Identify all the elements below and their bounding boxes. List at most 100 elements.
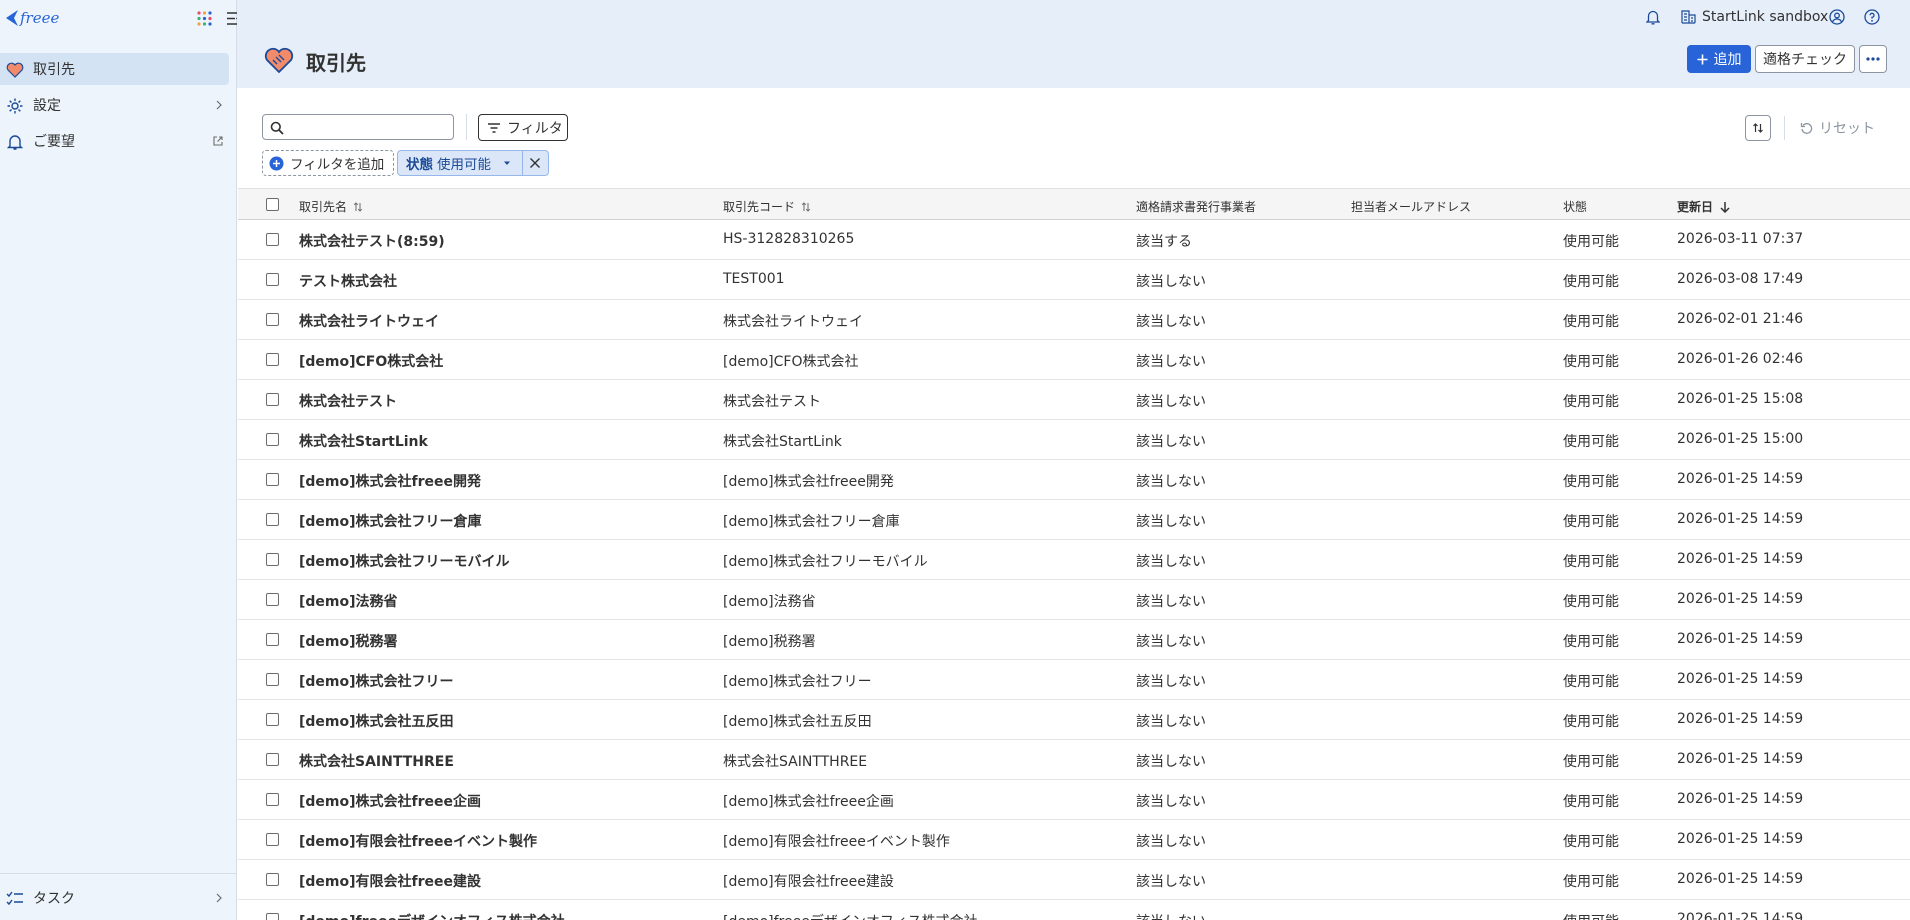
updated-at: 2026-01-25 14:59 (1677, 831, 1804, 847)
row-checkbox[interactable] (266, 873, 279, 886)
filter-button[interactable]: フィルタ (478, 114, 568, 141)
table-row[interactable]: [demo]有限会社freeeイベント製作 [demo]有限会社freeeイベン… (238, 820, 1910, 860)
status: 使用可能 (1563, 874, 1619, 890)
partner-name[interactable]: 株式会社SAINTTHREE (299, 751, 454, 771)
status-filter-chip[interactable]: 状態 使用可能 (397, 150, 549, 176)
table-row[interactable]: [demo]税務署 [demo]税務署 該当しない 使用可能 2026-01-2… (238, 620, 1910, 660)
table-row[interactable]: [demo]有限会社freee建設 [demo]有限会社freee建設 該当しな… (238, 860, 1910, 900)
partner-code: 株式会社ライトウェイ (723, 314, 863, 330)
table-row[interactable]: [demo]freeeデザインオフィス株式会社 [demo]freeeデザインオ… (238, 900, 1910, 920)
partner-name[interactable]: 株式会社テスト (299, 391, 397, 411)
notification-bell-icon[interactable] (1646, 9, 1660, 25)
column-header-status: 状態 (1563, 198, 1587, 215)
partner-name[interactable]: [demo]株式会社フリー (299, 671, 454, 691)
table-row[interactable]: 株式会社StartLink 株式会社StartLink 該当しない 使用可能 2… (238, 420, 1910, 460)
row-checkbox[interactable] (266, 313, 279, 326)
row-checkbox[interactable] (266, 633, 279, 646)
row-checkbox[interactable] (266, 593, 279, 606)
partner-name[interactable]: 株式会社テスト(8:59) (299, 231, 445, 251)
row-checkbox[interactable] (266, 513, 279, 526)
search-input[interactable] (291, 117, 449, 137)
row-checkbox[interactable] (266, 793, 279, 806)
table-row[interactable]: 株式会社テスト 株式会社テスト 該当しない 使用可能 2026-01-25 15… (238, 380, 1910, 420)
partner-name[interactable]: [demo]株式会社五反田 (299, 711, 454, 731)
row-checkbox[interactable] (266, 713, 279, 726)
updated-at: 2026-01-25 14:59 (1677, 751, 1804, 767)
status: 使用可能 (1563, 634, 1619, 650)
row-checkbox[interactable] (266, 673, 279, 686)
partner-name[interactable]: [demo]株式会社フリーモバイル (299, 551, 510, 571)
status: 使用可能 (1563, 434, 1619, 450)
partner-name[interactable]: [demo]株式会社freee開発 (299, 471, 481, 491)
row-checkbox[interactable] (266, 233, 279, 246)
table-row[interactable]: [demo]株式会社フリー倉庫 [demo]株式会社フリー倉庫 該当しない 使用… (238, 500, 1910, 540)
partner-name[interactable]: [demo]有限会社freee建設 (299, 871, 481, 891)
close-icon[interactable] (529, 157, 541, 169)
page-title: 取引先 (306, 51, 366, 75)
sidebar-item-requests[interactable]: ご要望 (0, 125, 229, 157)
row-checkbox[interactable] (266, 353, 279, 366)
table-row[interactable]: [demo]株式会社freee企画 [demo]株式会社freee企画 該当しな… (238, 780, 1910, 820)
sidebar-top: freee (0, 0, 241, 37)
gear-icon (7, 98, 23, 114)
partner-name[interactable]: [demo]有限会社freeeイベント製作 (299, 831, 537, 851)
select-all-checkbox[interactable] (266, 198, 279, 211)
table-row[interactable]: [demo]CFO株式会社 [demo]CFO株式会社 該当しない 使用可能 2… (238, 340, 1910, 380)
sort-settings-button[interactable] (1745, 115, 1771, 141)
user-account-icon[interactable] (1829, 9, 1845, 25)
row-checkbox[interactable] (266, 473, 279, 486)
add-filter-button[interactable]: フィルタを追加 (262, 150, 394, 176)
more-actions-button[interactable] (1859, 45, 1887, 73)
table-row[interactable]: 株式会社テスト(8:59) HS-312828310265 該当する 使用可能 … (238, 220, 1910, 260)
sidebar-item-partners[interactable]: 取引先 (0, 53, 229, 85)
qualified-issuer: 該当しない (1136, 834, 1206, 850)
chip-separator (522, 151, 523, 175)
partner-name[interactable]: [demo]税務署 (299, 631, 398, 651)
partner-code: [demo]株式会社フリー (723, 674, 872, 690)
add-button-label: 追加 (1713, 52, 1742, 68)
table-header: 取引先名 取引先コード 適格請求書発行事業者 担当者メールアドレス 状態 更新日 (238, 188, 1910, 220)
app-grid-icon[interactable] (197, 11, 212, 26)
table-row[interactable]: テスト株式会社 TEST001 該当しない 使用可能 2026-03-08 17… (238, 260, 1910, 300)
table-row[interactable]: [demo]株式会社フリーモバイル [demo]株式会社フリーモバイル 該当しな… (238, 540, 1910, 580)
row-checkbox[interactable] (266, 833, 279, 846)
partner-name[interactable]: 株式会社StartLink (299, 431, 428, 451)
status: 使用可能 (1563, 794, 1619, 810)
partner-code: [demo]税務署 (723, 634, 816, 650)
partner-name[interactable]: [demo]CFO株式会社 (299, 351, 443, 371)
sidebar-item-tasks[interactable]: タスク (0, 882, 229, 914)
row-checkbox[interactable] (266, 753, 279, 766)
row-checkbox[interactable] (266, 553, 279, 566)
partner-name[interactable]: [demo]法務省 (299, 591, 398, 611)
table-row[interactable]: [demo]株式会社freee開発 [demo]株式会社freee開発 該当しな… (238, 460, 1910, 500)
row-checkbox[interactable] (266, 433, 279, 446)
add-partner-button[interactable]: 追加 (1687, 45, 1751, 73)
reset-label: リセット (1819, 121, 1875, 137)
partner-name[interactable]: [demo]株式会社フリー倉庫 (299, 511, 482, 531)
row-checkbox[interactable] (266, 273, 279, 286)
table-row[interactable]: [demo]株式会社フリー [demo]株式会社フリー 該当しない 使用可能 2… (238, 660, 1910, 700)
partner-name[interactable]: 株式会社ライトウェイ (299, 311, 439, 331)
qualification-check-button[interactable]: 適格チェック (1755, 45, 1855, 73)
updated-at: 2026-01-25 14:59 (1677, 631, 1804, 647)
help-icon[interactable] (1864, 9, 1880, 25)
column-header-code[interactable]: 取引先コード (723, 198, 811, 215)
column-header-name[interactable]: 取引先名 (299, 198, 363, 215)
sidebar-item-settings[interactable]: 設定 (0, 89, 229, 121)
partner-code: [demo]株式会社freee企画 (723, 794, 894, 810)
partner-name[interactable]: [demo]freeeデザインオフィス株式会社 (299, 911, 565, 920)
row-checkbox[interactable] (266, 393, 279, 406)
freee-logo[interactable]: freee (4, 6, 76, 30)
reset-button[interactable]: リセット (1800, 116, 1875, 140)
company-switcher[interactable]: StartLink sandbox (1702, 9, 1828, 25)
table-row[interactable]: 株式会社SAINTTHREE 株式会社SAINTTHREE 該当しない 使用可能… (238, 740, 1910, 780)
status: 使用可能 (1563, 674, 1619, 690)
column-header-updated[interactable]: 更新日 (1677, 198, 1731, 215)
table-row[interactable]: 株式会社ライトウェイ 株式会社ライトウェイ 該当しない 使用可能 2026-02… (238, 300, 1910, 340)
table-row[interactable]: [demo]法務省 [demo]法務省 該当しない 使用可能 2026-01-2… (238, 580, 1910, 620)
row-checkbox[interactable] (266, 913, 279, 920)
partner-name[interactable]: テスト株式会社 (299, 271, 397, 291)
partner-name[interactable]: [demo]株式会社freee企画 (299, 791, 481, 811)
updated-at: 2026-01-25 14:59 (1677, 591, 1804, 607)
table-row[interactable]: [demo]株式会社五反田 [demo]株式会社五反田 該当しない 使用可能 2… (238, 700, 1910, 740)
